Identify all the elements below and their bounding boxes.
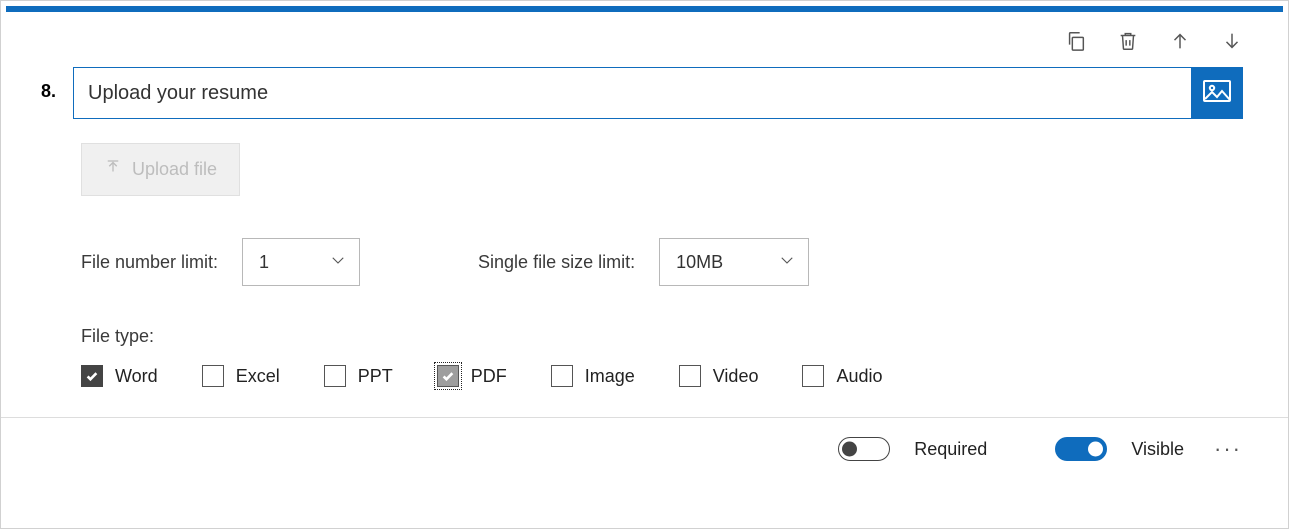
visible-label: Visible [1131,439,1184,460]
upload-icon [104,158,122,181]
file-number-limit-label: File number limit: [81,252,218,273]
chevron-down-icon [778,251,796,274]
file-size-limit-label: Single file size limit: [478,252,635,273]
question-number: 8. [41,81,61,102]
file-type-option-label: Video [713,366,759,387]
file-type-option-label: PPT [358,366,393,387]
file-type-option-label: Excel [236,366,280,387]
upload-file-button: Upload file [81,143,240,196]
upload-file-label: Upload file [132,159,217,180]
required-toggle[interactable] [838,437,890,461]
file-type-checkbox[interactable]: Audio [802,365,882,387]
file-type-checkbox[interactable]: PDF [437,365,507,387]
file-size-limit-value: 10MB [676,252,723,273]
file-type-options: Word Excel PPT PDF Image Video Audio [81,365,1243,387]
file-type-checkbox[interactable]: Image [551,365,635,387]
required-label: Required [914,439,987,460]
move-down-icon[interactable] [1221,30,1243,57]
file-type-checkbox[interactable]: Video [679,365,759,387]
file-type-checkbox[interactable]: PPT [324,365,393,387]
file-type-option-label: PDF [471,366,507,387]
question-title-input[interactable] [73,67,1191,119]
visible-toggle[interactable] [1055,437,1107,461]
file-type-checkbox[interactable]: Excel [202,365,280,387]
file-type-checkbox[interactable]: Word [81,365,158,387]
file-type-option-label: Image [585,366,635,387]
file-type-option-label: Word [115,366,158,387]
file-type-label: File type: [81,326,1243,347]
file-type-option-label: Audio [836,366,882,387]
chevron-down-icon [329,251,347,274]
move-up-icon[interactable] [1169,30,1191,57]
more-options-button[interactable]: ··· [1208,436,1248,462]
image-icon [1203,80,1231,107]
insert-media-button[interactable] [1191,67,1243,119]
file-number-limit-select[interactable]: 1 [242,238,360,286]
trash-icon[interactable] [1117,30,1139,57]
copy-icon[interactable] [1065,30,1087,57]
file-size-limit-select[interactable]: 10MB [659,238,809,286]
question-toolbar [1,12,1288,67]
file-number-limit-value: 1 [259,252,269,273]
